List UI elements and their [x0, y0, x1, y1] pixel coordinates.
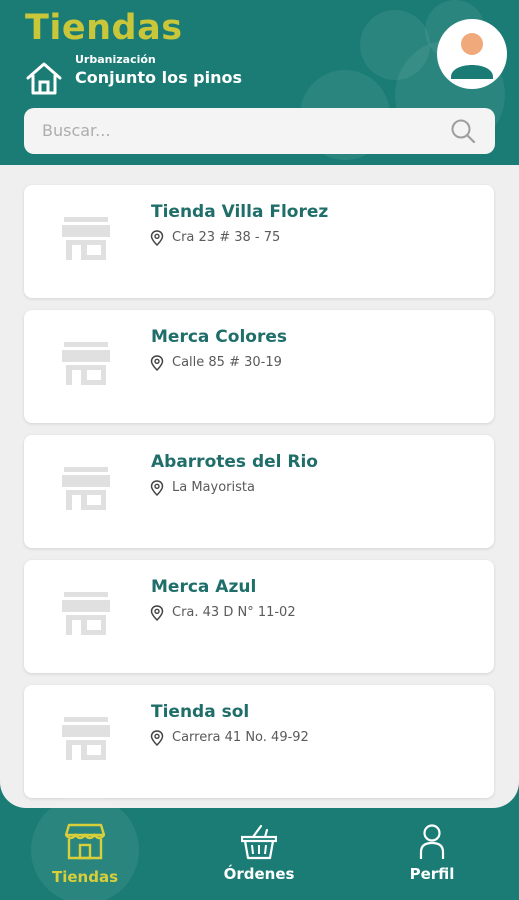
- pin-icon: [150, 605, 164, 621]
- store-name: Abarrotes del Rio: [151, 452, 318, 472]
- store-card[interactable]: Tienda sol Carrera 41 No. 49-92: [24, 685, 494, 798]
- store-card[interactable]: Tienda Villa Florez Cra 23 # 38 - 75: [24, 185, 494, 298]
- nav-tiendas-label: Tiendas: [51, 868, 118, 886]
- search-bar[interactable]: Buscar...: [24, 108, 495, 154]
- store-address: Cra. 43 D N° 11-02: [172, 605, 296, 620]
- store-name: Tienda sol: [151, 702, 250, 722]
- urbanizacion-name[interactable]: Conjunto los pinos: [75, 68, 242, 87]
- store-address: Cra 23 # 38 - 75: [172, 230, 281, 245]
- store-card[interactable]: Abarrotes del Rio La Mayorista: [24, 435, 494, 548]
- store-icon: [62, 467, 110, 510]
- store-name: Merca Azul: [151, 577, 257, 597]
- basket-icon: [241, 824, 277, 860]
- nav-tiendas[interactable]: Tiendas: [20, 796, 150, 900]
- avatar-icon: [451, 33, 493, 79]
- person-icon: [419, 824, 445, 859]
- store-icon: [62, 717, 110, 760]
- urbanizacion-label: Urbanización: [75, 53, 156, 66]
- store-icon: [62, 217, 110, 260]
- avatar[interactable]: [437, 19, 507, 89]
- pin-icon: [150, 230, 164, 246]
- store-icon: [62, 592, 110, 635]
- store-card[interactable]: Merca Azul Cra. 43 D N° 11-02: [24, 560, 494, 673]
- home-icon: [26, 62, 62, 95]
- bottom-nav: Tiendas Órdenes Perfil: [0, 796, 519, 900]
- store-name: Merca Colores: [151, 327, 287, 347]
- nav-ordenes[interactable]: Órdenes: [194, 808, 324, 900]
- shop-icon: [65, 823, 105, 860]
- pin-icon: [150, 355, 164, 371]
- search-input[interactable]: Buscar...: [42, 121, 110, 140]
- nav-perfil-label: Perfil: [409, 865, 455, 883]
- nav-ordenes-label: Órdenes: [223, 865, 295, 883]
- pin-icon: [150, 730, 164, 746]
- store-list-panel: Tienda Villa Florez Cra 23 # 38 - 75 Mer…: [0, 165, 519, 808]
- store-card[interactable]: Merca Colores Calle 85 # 30-19: [24, 310, 494, 423]
- pin-icon: [150, 480, 164, 496]
- search-icon[interactable]: [449, 117, 477, 145]
- store-address: Calle 85 # 30-19: [172, 355, 282, 370]
- store-list: Tienda Villa Florez Cra 23 # 38 - 75 Mer…: [24, 185, 494, 808]
- store-icon: [62, 342, 110, 385]
- store-address: La Mayorista: [172, 480, 255, 495]
- store-name: Tienda Villa Florez: [151, 202, 329, 222]
- nav-perfil[interactable]: Perfil: [367, 808, 497, 900]
- store-address: Carrera 41 No. 49-92: [172, 730, 309, 745]
- page-title: Tiendas: [25, 8, 183, 48]
